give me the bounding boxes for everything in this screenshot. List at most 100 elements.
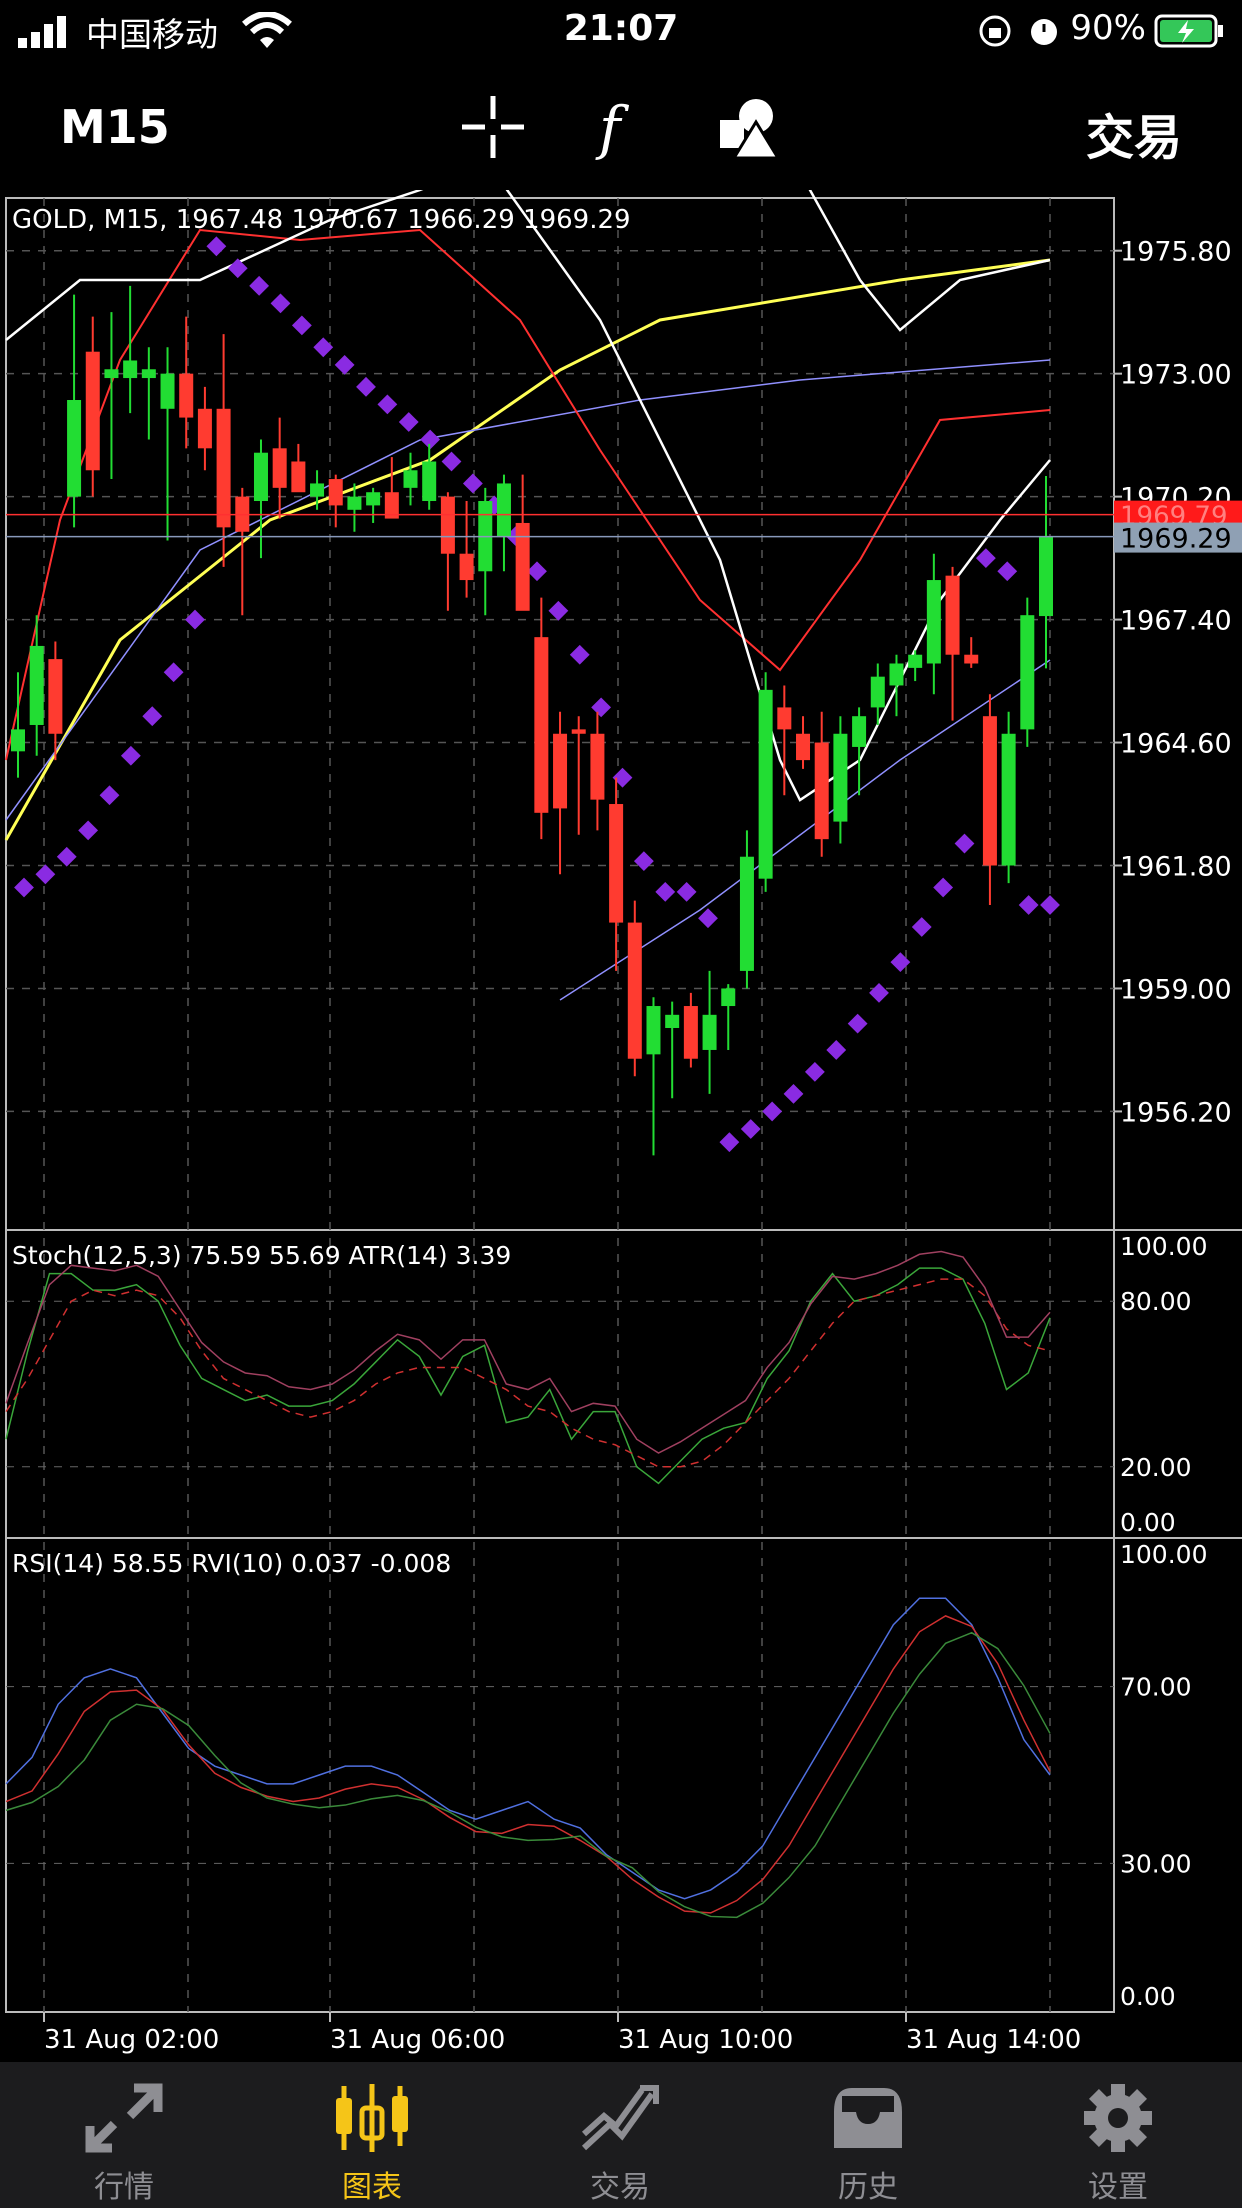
sar-dot <box>527 561 547 582</box>
chart-area[interactable]: 1975.80 1973.00 1970.20 1967.40 1964.60 1961.… <box>0 0 1242 2060</box>
sar-dot <box>249 275 270 296</box>
candle-body <box>141 369 156 379</box>
trade-button[interactable]: 交易 <box>1086 98 1182 168</box>
sar-dot <box>975 548 996 569</box>
candle-body <box>553 733 568 809</box>
price-axis-label: 1956.20 <box>1120 1097 1232 1128</box>
sar-dot <box>291 315 312 336</box>
tab-bar: 行情 图表 交易 历史 设置 <box>0 2062 1242 2208</box>
candle-body <box>814 742 829 840</box>
candle-body <box>272 448 287 488</box>
function-icon[interactable]: f <box>585 92 655 162</box>
sar-dot <box>1040 895 1060 915</box>
sar-dot <box>762 1101 783 1122</box>
main-chart-header: GOLD, M15, 1967.48 1970.67 1966.29 1969.… <box>12 205 631 235</box>
crosshair-icon[interactable] <box>458 92 528 162</box>
sar-dot <box>14 877 34 898</box>
chart-canvas[interactable]: 1975.801973.001970.201967.401964.601961.… <box>0 0 1242 2060</box>
candle-body <box>459 553 474 581</box>
sar-dot <box>398 412 419 432</box>
candle-body <box>347 496 362 510</box>
sar-dot <box>313 337 334 358</box>
sar-dot <box>633 851 654 872</box>
candle-body <box>982 716 997 866</box>
candle-body <box>1020 615 1035 730</box>
sar-dot <box>911 917 932 937</box>
stoch-signal-line <box>5 1278 1051 1468</box>
candle-body <box>945 575 960 655</box>
candle-body <box>85 351 100 471</box>
tab-settings-label: 设置 <box>1088 2170 1148 2205</box>
tab-trade-label: 交易 <box>590 2170 650 2205</box>
quotes-icon <box>85 2083 163 2153</box>
candle-body <box>422 461 437 502</box>
bid-price-text: 1969.29 <box>1120 524 1232 555</box>
candle-body <box>777 707 792 730</box>
stoch-axis-label: 80.00 <box>1120 1287 1192 1316</box>
candle-body <box>964 654 979 664</box>
rsi-header: RSI(14) 58.55 RVI(10) 0.037 -0.008 <box>12 1549 451 1578</box>
time-axis-label: 31 Aug 14:00 <box>906 2025 1081 2055</box>
stoch-axis-label: 20.00 <box>1120 1453 1192 1482</box>
sar-dot <box>185 609 205 630</box>
tab-chart[interactable]: 图表 <box>248 2062 496 2208</box>
sar-dot <box>997 561 1018 582</box>
candle-body <box>739 856 754 971</box>
svg-text:f: f <box>595 94 630 162</box>
time-axis-label: 31 Aug 10:00 <box>618 2025 793 2055</box>
candle-body <box>833 733 848 822</box>
candle-body <box>627 922 642 1059</box>
candle-body <box>852 716 867 747</box>
alarm-icon <box>1031 19 1057 45</box>
candle-body <box>908 654 923 668</box>
price-axis-label: 1973.00 <box>1120 360 1232 391</box>
sar-dot <box>120 745 141 766</box>
price-axis-label: 1975.80 <box>1120 237 1232 268</box>
candle-body <box>48 659 63 734</box>
price-axis-label: 1967.40 <box>1120 606 1232 637</box>
rsi-line <box>5 1597 1051 1900</box>
candle-body <box>926 580 941 664</box>
battery-percent: 90% <box>1070 8 1146 48</box>
sar-dot <box>99 785 120 806</box>
tab-quotes[interactable]: 行情 <box>0 2062 248 2208</box>
rsi-axis-label: 70.00 <box>1120 1673 1192 1702</box>
candle-body <box>440 496 455 554</box>
candle-body <box>160 373 175 409</box>
candle-body <box>197 408 212 449</box>
candle-body <box>1001 733 1016 866</box>
stoch-header: Stoch(12,5,3) 75.59 55.69 ATR(14) 3.39 <box>12 1241 511 1270</box>
tab-settings[interactable]: 设置 <box>994 2062 1242 2208</box>
candle-body <box>328 479 343 506</box>
price-axis-label: 1959.00 <box>1120 974 1232 1005</box>
sar-dot <box>356 376 376 397</box>
tab-history[interactable]: 历史 <box>744 2062 992 2208</box>
sar-dot <box>334 354 355 375</box>
candle-body <box>291 461 306 493</box>
candle-body <box>179 373 194 418</box>
sar-dot <box>441 451 462 472</box>
tab-trade[interactable]: 交易 <box>496 2062 744 2208</box>
chart-frame <box>5 197 1115 2013</box>
rotation-lock-icon <box>979 15 1011 47</box>
tab-quotes-label: 行情 <box>94 2170 154 2205</box>
sar-dot <box>869 982 889 1003</box>
sar-dot <box>569 644 590 665</box>
rsi-axis-label: 100.00 <box>1120 1540 1207 1569</box>
sar-dot <box>227 258 248 279</box>
sar-dot <box>826 1040 847 1060</box>
sar-dot <box>548 600 569 621</box>
sar-dot <box>698 908 718 929</box>
battery-charging-icon <box>1154 14 1223 48</box>
timeframe-button[interactable]: M15 <box>60 100 170 154</box>
sar-dot <box>890 952 911 973</box>
price-axis-label: 1961.80 <box>1120 852 1232 883</box>
candle-body <box>403 470 418 488</box>
rsi-axis-label: 30.00 <box>1120 1849 1192 1878</box>
sar-dot <box>954 833 975 854</box>
sar-dot <box>591 697 612 718</box>
candle-body <box>29 645 44 725</box>
status-bar: 中国移动 21:07 90% <box>0 0 1242 64</box>
rsi-axis-label: 0.00 <box>1120 1982 1176 2011</box>
objects-icon[interactable] <box>714 92 784 162</box>
